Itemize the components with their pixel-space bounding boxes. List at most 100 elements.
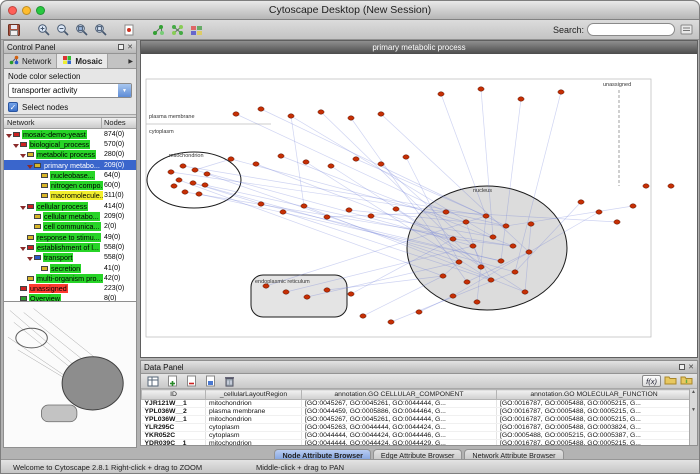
graph-node[interactable] xyxy=(518,97,524,101)
graph-node[interactable] xyxy=(318,110,324,114)
graph-node[interactable] xyxy=(668,184,674,188)
graph-node[interactable] xyxy=(190,181,196,185)
table-scrollbar[interactable]: ▲▼ xyxy=(689,389,697,445)
graph-node[interactable] xyxy=(171,184,177,188)
collapse-icon[interactable] xyxy=(13,141,20,148)
graph-node[interactable] xyxy=(474,300,480,304)
graph-node[interactable] xyxy=(440,274,446,278)
zoom-out-icon[interactable] xyxy=(54,22,70,37)
tree-item-nucleobase[interactable]: nucleobase...64(0) xyxy=(4,170,136,180)
vizmapper-icon[interactable] xyxy=(188,22,204,37)
graph-node[interactable] xyxy=(614,220,620,224)
graph-node[interactable] xyxy=(478,265,484,269)
graph-node[interactable] xyxy=(258,202,264,206)
graph-node[interactable] xyxy=(498,259,504,263)
graph-node[interactable] xyxy=(324,288,330,292)
graph-node[interactable] xyxy=(512,270,518,274)
collapse-icon[interactable] xyxy=(27,162,34,169)
table-row[interactable]: YKR052Ccytoplasm[GO:0044444, GO:0044424,… xyxy=(142,432,690,440)
layout-icon[interactable] xyxy=(169,22,185,37)
clear-table-icon[interactable] xyxy=(221,374,237,389)
tree-item-cellular-process[interactable]: cellular process414(0) xyxy=(4,201,136,211)
graph-node[interactable] xyxy=(403,155,409,159)
graph-node[interactable] xyxy=(202,183,208,187)
tree-item-cellular-metabo[interactable]: cellular metabo...209(0) xyxy=(4,211,136,221)
graph-node[interactable] xyxy=(464,280,470,284)
graph-node[interactable] xyxy=(578,200,584,204)
tree-item-macromolecule[interactable]: macromolecule...311(0) xyxy=(4,191,136,201)
create-attribute-icon[interactable] xyxy=(164,374,180,389)
graph-node[interactable] xyxy=(263,284,269,288)
graph-node[interactable] xyxy=(450,294,456,298)
graph-node[interactable] xyxy=(503,224,509,228)
graph-node[interactable] xyxy=(278,154,284,158)
tree-item-transport[interactable]: transport558(0) xyxy=(4,253,136,263)
tab-mosaic[interactable]: Mosaic xyxy=(57,54,108,68)
select-first-neighbors-icon[interactable] xyxy=(150,22,166,37)
tab-overflow-button[interactable]: ▶ xyxy=(125,54,136,68)
save-icon[interactable] xyxy=(6,22,22,37)
table-row[interactable]: YPL036W__1mitochondrion[GO:0045267, GO:0… xyxy=(142,416,690,424)
title-bar[interactable]: Cytoscape Desktop (New Session) xyxy=(1,1,699,20)
graph-node[interactable] xyxy=(228,157,234,161)
collapse-icon[interactable] xyxy=(27,254,34,261)
graph-node[interactable] xyxy=(258,107,264,111)
tree-item-biological-process[interactable]: biological_process570(0) xyxy=(4,139,136,149)
annotation-icon[interactable] xyxy=(121,22,137,37)
column-header[interactable]: annotation.GO CELLULAR_COMPONENT xyxy=(302,390,497,400)
graph-node[interactable] xyxy=(522,290,528,294)
graph-node[interactable] xyxy=(393,207,399,211)
graph-node[interactable] xyxy=(470,244,476,248)
graph-node[interactable] xyxy=(438,92,444,96)
graph-node[interactable] xyxy=(180,164,186,168)
color-attribute-dropdown[interactable]: transporter activity ▼ xyxy=(8,83,132,98)
graph-node[interactable] xyxy=(443,210,449,214)
graph-node[interactable] xyxy=(360,314,366,318)
formula-builder-button[interactable]: f(x) xyxy=(642,375,661,387)
graph-node[interactable] xyxy=(528,222,534,226)
select-nodes-checkbox[interactable]: ✓ xyxy=(8,102,18,112)
graph-node[interactable] xyxy=(388,320,394,324)
birdseye-view[interactable] xyxy=(4,301,136,447)
network-canvas[interactable]: plasma membranecytoplasmmitochondrionnuc… xyxy=(141,54,697,357)
network-view-title[interactable]: primary metabolic process xyxy=(141,41,697,54)
tree-column-network[interactable]: Network xyxy=(4,118,102,128)
graph-node[interactable] xyxy=(478,87,484,91)
tree-item-response-to-stimu[interactable]: response to stimu...49(0) xyxy=(4,232,136,242)
graph-node[interactable] xyxy=(416,310,422,314)
tree-item-establishment-of-l[interactable]: establishment of l...558(0) xyxy=(4,242,136,252)
graph-node[interactable] xyxy=(346,208,352,212)
tree-item-mosaic-demo-yeast[interactable]: mosaic-demo-yeast874(0) xyxy=(4,129,136,139)
graph-node[interactable] xyxy=(490,235,496,239)
graph-node[interactable] xyxy=(353,157,359,161)
graph-node[interactable] xyxy=(204,172,210,176)
tree-item-metabolic-process[interactable]: metabolic process280(0) xyxy=(4,150,136,160)
graph-node[interactable] xyxy=(192,168,198,172)
export-attributes-icon[interactable] xyxy=(680,372,693,390)
graph-node[interactable] xyxy=(368,214,374,218)
graph-node[interactable] xyxy=(378,112,384,116)
tree-item-secretion[interactable]: secretion41(0) xyxy=(4,263,136,273)
select-attributes-icon[interactable] xyxy=(145,374,161,389)
column-header[interactable]: ID xyxy=(142,390,206,400)
import-attributes-icon[interactable] xyxy=(664,372,677,390)
graph-node[interactable] xyxy=(233,112,239,116)
graph-node[interactable] xyxy=(596,210,602,214)
graph-node[interactable] xyxy=(176,178,182,182)
graph-node[interactable] xyxy=(328,164,334,168)
graph-node[interactable] xyxy=(348,116,354,120)
delete-attribute-icon[interactable] xyxy=(183,374,199,389)
graph-node[interactable] xyxy=(253,162,259,166)
column-header[interactable]: _cellularLayoutRegion xyxy=(206,390,302,400)
graph-node[interactable] xyxy=(526,250,532,254)
graph-node[interactable] xyxy=(288,114,294,118)
tree-item-cell-communica[interactable]: cell communica...2(0) xyxy=(4,222,136,232)
collapse-icon[interactable] xyxy=(20,244,27,251)
tree-item-multi-organism-pro[interactable]: multi-organism pro...42(0) xyxy=(4,273,136,283)
graph-node[interactable] xyxy=(304,295,310,299)
graph-node[interactable] xyxy=(456,260,462,264)
close-panel-icon[interactable]: ✕ xyxy=(688,364,694,371)
graph-node[interactable] xyxy=(283,290,289,294)
collapse-icon[interactable] xyxy=(20,203,27,210)
graph-node[interactable] xyxy=(280,210,286,214)
